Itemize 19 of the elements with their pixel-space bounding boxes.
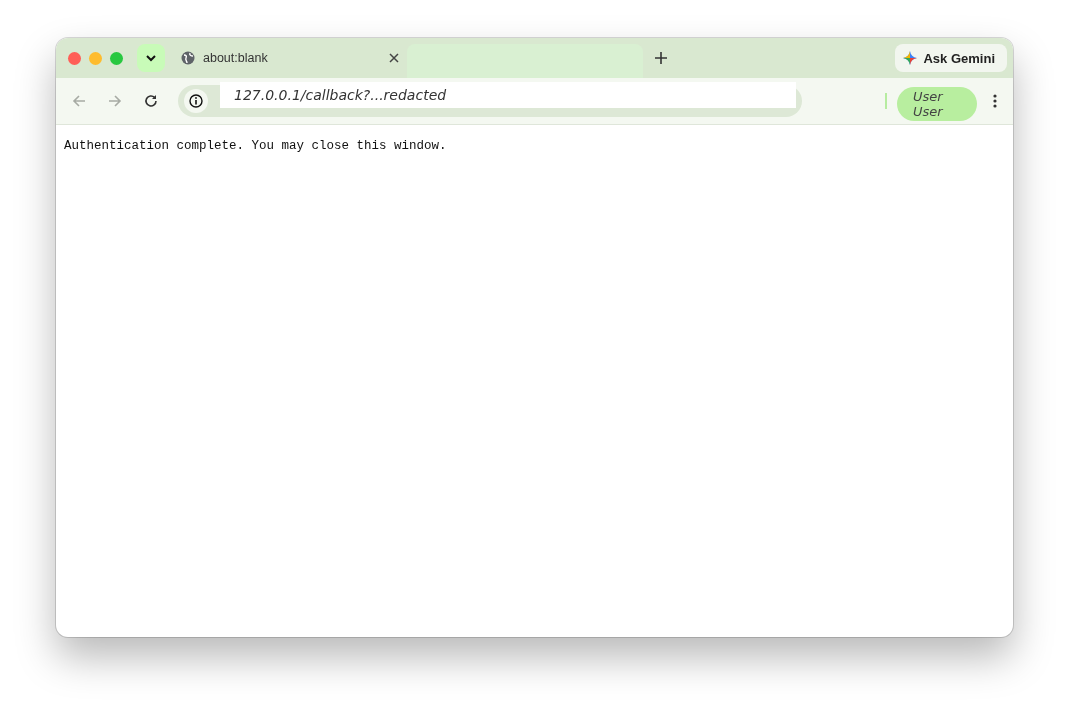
sparkle-icon — [903, 51, 918, 65]
page-text: Authentication complete. You may close this window. — [64, 139, 448, 153]
reload-icon — [144, 94, 158, 108]
globe-icon — [181, 51, 195, 65]
tab-title: about:blank — [203, 51, 269, 65]
minimize-button[interactable] — [89, 51, 102, 65]
browser-tab[interactable]: about:blank — [173, 44, 407, 78]
maximize-button[interactable] — [110, 51, 123, 65]
chevron-down-icon — [146, 54, 156, 62]
profile-button[interactable]: User User — [897, 87, 977, 121]
tab-list-button[interactable] — [137, 44, 165, 72]
close-window-button[interactable] — [68, 51, 81, 65]
close-tab-button[interactable] — [389, 53, 399, 63]
url-field[interactable]: 127.0.0.1/callback?...redacted — [220, 82, 796, 108]
back-arrow-icon — [72, 95, 86, 107]
address-bar[interactable]: 127.0.0.1/callback?...redacted — [178, 85, 802, 117]
forward-arrow-icon — [108, 95, 122, 107]
info-icon — [184, 89, 208, 113]
ask-gemini-button[interactable]: Ask Gemini — [895, 44, 1007, 72]
